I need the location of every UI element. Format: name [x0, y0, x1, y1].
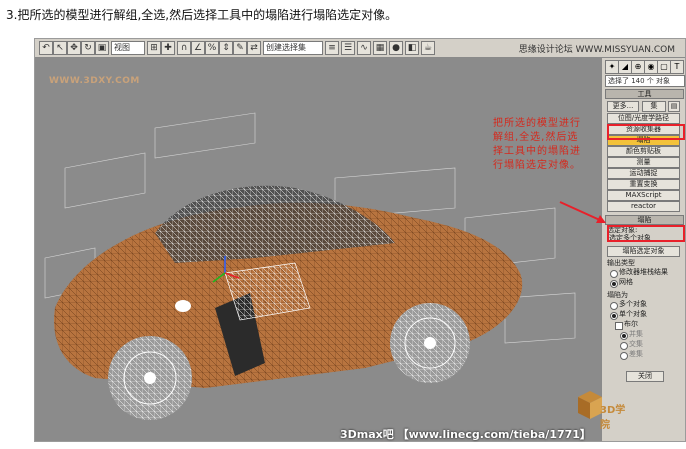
3d-academy-logo: 3D学院 [570, 389, 630, 431]
multiple-objects-radio[interactable] [610, 302, 618, 310]
render-icon[interactable]: ☕ [421, 41, 435, 55]
bottom-watermark: 3Dmax吧 【www.linecg.com/tieba/1771】 [340, 428, 591, 441]
select-icon[interactable]: ↖ [53, 41, 67, 55]
percent-snap-icon[interactable]: % [205, 41, 219, 55]
collapse-button-highlight [607, 124, 685, 140]
hierarchy-tab-icon[interactable]: ⊕ [631, 60, 645, 74]
collapse-rollout-header[interactable]: 塌陷 [605, 215, 684, 225]
output-stack-label: 修改器堆栈结果 [619, 268, 668, 276]
configure-sets-icon[interactable]: ▤ [668, 101, 680, 112]
curve-editor-icon[interactable]: ∿ [357, 41, 371, 55]
instruction-annotation: 把所选的模型进行解组,全选,然后选择工具中的塌陷进行塌陷选定对像。 [493, 118, 581, 171]
intersection-radio[interactable] [620, 342, 628, 350]
angle-snap-icon[interactable]: ∠ [191, 41, 205, 55]
single-object-radio[interactable] [610, 312, 618, 320]
rear-wheel [390, 303, 470, 383]
spinner-snap-icon[interactable]: ⇕ [219, 41, 233, 55]
perspective-viewport[interactable]: WWW.3DXY.COM [35, 58, 601, 441]
sets-button[interactable]: 集 [642, 101, 666, 112]
multiple-objects-label: 多个对象 [619, 300, 647, 308]
intersection-label: 交集 [629, 340, 643, 348]
red-arrow-icon [559, 201, 606, 223]
max-window: ↶ ↖ ✥ ↻ ▣ 视图 ⊞ ✚ ∩ ∠ % ⇕ ✎ ⇄ 创建选择集 ≡ ☰ ∿… [34, 38, 686, 442]
selection-set-select[interactable]: 创建选择集 [263, 41, 323, 55]
output-mesh-radio[interactable] [610, 280, 618, 288]
scale-icon[interactable]: ▣ [95, 41, 109, 55]
command-panel-tabs: ✦ ◢ ⊕ ◉ ▢ T [605, 60, 684, 74]
view-select[interactable]: 视图 [111, 41, 145, 55]
logo-text: 3D学院 [600, 405, 626, 431]
subtraction-label: 差集 [629, 350, 643, 358]
close-button[interactable]: 关闭 [626, 371, 664, 382]
rotate-icon[interactable]: ↻ [81, 41, 95, 55]
boolean-label: 布尔 [624, 320, 638, 328]
layer-icon[interactable]: ☰ [341, 41, 355, 55]
selection-count-field: 选择了 140 个 对象 [605, 75, 685, 87]
utilities-tab-icon[interactable]: T [670, 60, 684, 74]
snap-icon[interactable]: ∩ [177, 41, 191, 55]
named-selection-icon[interactable]: ✎ [233, 41, 247, 55]
output-type-label: 输出类型 [607, 259, 635, 267]
command-panel: ✦ ◢ ⊕ ◉ ▢ T 选择了 140 个 对象 工具 更多... 集 ▤ 位图… [601, 58, 685, 441]
boolean-checkbox[interactable] [615, 322, 623, 330]
single-object-label: 单个对象 [619, 310, 647, 318]
pivot-icon[interactable]: ⊞ [147, 41, 161, 55]
front-wheel [108, 336, 192, 420]
undo-icon[interactable]: ↶ [39, 41, 53, 55]
utility-button-bitmap-paths[interactable]: 位图/光度学路径 [607, 113, 680, 124]
render-setup-icon[interactable]: ◧ [405, 41, 419, 55]
car-wireframe [35, 58, 601, 441]
step-caption: 3.把所选的模型进行解组,全选,然后选择工具中的塌陷进行塌陷选定对像。 [6, 8, 398, 22]
material-editor-icon[interactable]: ● [389, 41, 403, 55]
display-tab-icon[interactable]: ▢ [657, 60, 671, 74]
collapse-selected-button[interactable]: 塌陷选定对象 [607, 246, 680, 257]
toolbar-right-label: 思缘设计论坛 WWW.MISSYUAN.COM [518, 45, 675, 55]
tools-rollout-header[interactable]: 工具 [605, 89, 684, 99]
utility-button-measure[interactable]: 测量 [607, 157, 680, 168]
more-button[interactable]: 更多... [607, 101, 639, 112]
collapse-selected-highlight [607, 225, 685, 242]
collapse-to-label: 塌陷为 [607, 291, 628, 299]
union-label: 并集 [629, 330, 643, 338]
main-toolbar: ↶ ↖ ✥ ↻ ▣ 视图 ⊞ ✚ ∩ ∠ % ⇕ ✎ ⇄ 创建选择集 ≡ ☰ ∿… [35, 39, 685, 58]
utility-button-reset-xform[interactable]: 重置变换 [607, 179, 680, 190]
union-radio[interactable] [620, 332, 628, 340]
top-left-watermark: WWW.3DXY.COM [49, 76, 140, 86]
output-mesh-label: 网格 [619, 278, 633, 286]
move-icon[interactable]: ✥ [67, 41, 81, 55]
manipulate-icon[interactable]: ✚ [161, 41, 175, 55]
mirror-icon[interactable]: ⇄ [247, 41, 261, 55]
create-tab-icon[interactable]: ✦ [605, 60, 619, 74]
motion-tab-icon[interactable]: ◉ [644, 60, 658, 74]
utility-button-motion-capture[interactable]: 运动捕捉 [607, 168, 680, 179]
modify-tab-icon[interactable]: ◢ [618, 60, 632, 74]
utility-button-reactor[interactable]: reactor [607, 201, 680, 212]
schematic-icon[interactable]: ▦ [373, 41, 387, 55]
utility-button-maxscript[interactable]: MAXScript [607, 190, 680, 201]
align-icon[interactable]: ≡ [325, 41, 339, 55]
utility-button-color-clipboard[interactable]: 颜色剪贴板 [607, 146, 680, 157]
subtraction-radio[interactable] [620, 352, 628, 360]
output-stack-radio[interactable] [610, 270, 618, 278]
